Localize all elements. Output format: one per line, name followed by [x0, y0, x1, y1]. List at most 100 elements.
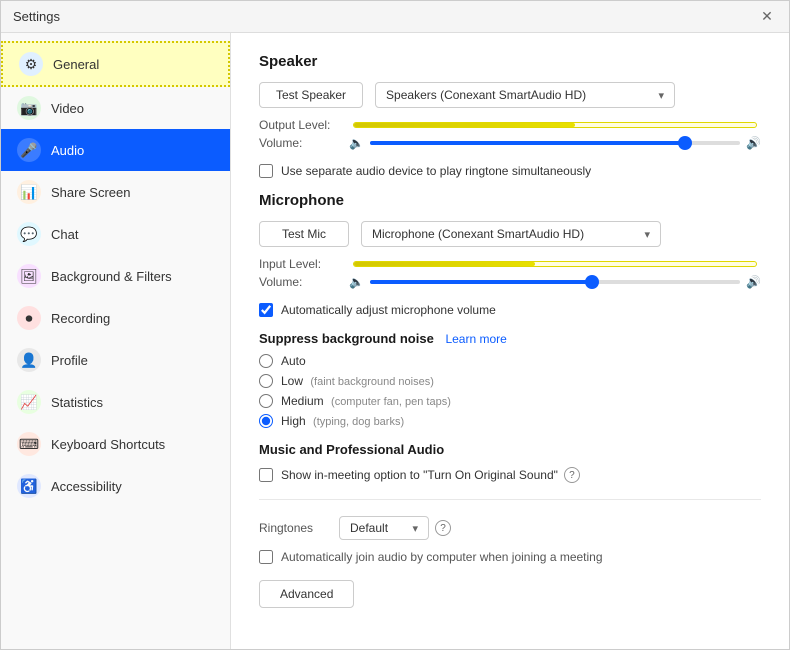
noise-high-label: High (typing, dog barks): [281, 414, 404, 428]
separate-audio-row: Use separate audio device to play ringto…: [259, 164, 761, 178]
music-audio-title: Music and Professional Audio: [259, 442, 761, 457]
sidebar-item-label: Accessibility: [51, 479, 122, 494]
sidebar: ⚙ General 📷 Video 🎤 Audio 📊 Share Screen…: [1, 33, 231, 649]
sidebar-item-video[interactable]: 📷 Video: [1, 87, 230, 129]
auto-adjust-label: Automatically adjust microphone volume: [281, 303, 496, 317]
mic-volume-label: Volume:: [259, 275, 349, 289]
speaker-volume-label: Volume:: [259, 136, 349, 150]
microphone-controls-row: Test Mic Microphone (Conexant SmartAudio…: [259, 221, 761, 247]
mic-volume-slider[interactable]: [370, 280, 740, 284]
input-level-fill: [354, 262, 535, 266]
sidebar-item-label: Profile: [51, 353, 88, 368]
sidebar-item-label: Chat: [51, 227, 78, 242]
sidebar-item-background-filters[interactable]: 🖼 Background & Filters: [1, 255, 230, 297]
noise-auto-radio[interactable]: [259, 354, 273, 368]
sidebar-item-label: Recording: [51, 311, 110, 326]
input-level-bar: [353, 261, 757, 267]
close-button[interactable]: ✕: [757, 7, 777, 27]
original-sound-help-icon[interactable]: ?: [564, 467, 580, 483]
general-icon: ⚙: [19, 52, 43, 76]
microphone-dropdown-value: Microphone (Conexant SmartAudio HD): [372, 227, 584, 241]
divider: [259, 499, 761, 500]
noise-medium-radio[interactable]: [259, 394, 273, 408]
recording-icon: ⏺: [17, 306, 41, 330]
speaker-slider-thumb[interactable]: [678, 136, 692, 150]
ringtones-value: Default: [350, 521, 388, 535]
speaker-controls-row: Test Speaker Speakers (Conexant SmartAud…: [259, 82, 761, 108]
input-level-row: Input Level:: [259, 257, 761, 271]
mic-slider-track: [370, 280, 740, 284]
test-speaker-button[interactable]: Test Speaker: [259, 82, 363, 108]
original-sound-label: Show in-meeting option to "Turn On Origi…: [281, 468, 558, 482]
sidebar-item-profile[interactable]: 👤 Profile: [1, 339, 230, 381]
input-level-label: Input Level:: [259, 257, 349, 271]
sidebar-item-chat[interactable]: 💬 Chat: [1, 213, 230, 255]
mic-slider-fill: [370, 280, 592, 284]
noise-low-label: Low (faint background noises): [281, 374, 434, 388]
test-mic-button[interactable]: Test Mic: [259, 221, 349, 247]
mic-volume-min-icon: 🔈: [349, 275, 364, 289]
sidebar-item-label: Share Screen: [51, 185, 131, 200]
output-level-row: Output Level:: [259, 118, 761, 132]
settings-window: Settings ✕ ⚙ General 📷 Video 🎤 Audio 📊 S…: [0, 0, 790, 650]
ringtones-help-icon[interactable]: ?: [435, 520, 451, 536]
mic-volume-max-icon: 🔊: [746, 275, 761, 289]
speaker-dropdown-value: Speakers (Conexant SmartAudio HD): [386, 88, 586, 102]
noise-low-row: Low (faint background noises): [259, 374, 761, 388]
accessibility-icon: ♿: [17, 474, 41, 498]
content-area: ⚙ General 📷 Video 🎤 Audio 📊 Share Screen…: [1, 33, 789, 649]
learn-more-link[interactable]: Learn more: [445, 332, 506, 346]
sidebar-item-general[interactable]: ⚙ General: [1, 41, 230, 87]
mic-volume-row: Volume: 🔈 🔊: [259, 275, 761, 289]
noise-medium-label: Medium (computer fan, pen taps): [281, 394, 451, 408]
microphone-dropdown-arrow: ▾: [644, 228, 650, 241]
ringtones-row: Ringtones Default ▾ ?: [259, 516, 761, 540]
auto-adjust-checkbox[interactable]: [259, 303, 273, 317]
microphone-title: Microphone: [259, 192, 761, 209]
sidebar-item-audio[interactable]: 🎤 Audio: [1, 129, 230, 171]
noise-radio-group: Auto Low (faint background noises) Mediu…: [259, 354, 761, 428]
auto-join-checkbox[interactable]: [259, 550, 273, 564]
speaker-volume-min-icon: 🔈: [349, 136, 364, 150]
speaker-volume-row: Volume: 🔈 🔊: [259, 136, 761, 150]
microphone-dropdown[interactable]: Microphone (Conexant SmartAudio HD) ▾: [361, 221, 661, 247]
statistics-icon: 📈: [17, 390, 41, 414]
main-content: Speaker Test Speaker Speakers (Conexant …: [231, 33, 789, 649]
sidebar-item-label: Video: [51, 101, 84, 116]
speaker-dropdown[interactable]: Speakers (Conexant SmartAudio HD) ▾: [375, 82, 675, 108]
auto-join-label: Automatically join audio by computer whe…: [281, 550, 603, 564]
original-sound-checkbox[interactable]: [259, 468, 273, 482]
advanced-button[interactable]: Advanced: [259, 580, 354, 608]
speaker-slider-fill: [370, 141, 685, 145]
sidebar-item-keyboard-shortcuts[interactable]: ⌨ Keyboard Shortcuts: [1, 423, 230, 465]
chat-icon: 💬: [17, 222, 41, 246]
suppress-noise-title: Suppress background noise: [259, 331, 434, 346]
speaker-volume-slider[interactable]: [370, 141, 740, 145]
mic-slider-thumb[interactable]: [585, 275, 599, 289]
separate-audio-label: Use separate audio device to play ringto…: [281, 164, 591, 178]
noise-medium-row: Medium (computer fan, pen taps): [259, 394, 761, 408]
ringtones-dropdown-arrow: ▾: [412, 522, 418, 535]
noise-auto-row: Auto: [259, 354, 761, 368]
window-title: Settings: [13, 9, 60, 24]
output-level-fill: [354, 123, 575, 127]
ringtones-dropdown[interactable]: Default ▾: [339, 516, 429, 540]
sidebar-item-label: Keyboard Shortcuts: [51, 437, 165, 452]
video-icon: 📷: [17, 96, 41, 120]
separate-audio-checkbox[interactable]: [259, 164, 273, 178]
audio-icon: 🎤: [17, 138, 41, 162]
speaker-dropdown-arrow: ▾: [659, 89, 665, 102]
speaker-title: Speaker: [259, 53, 761, 70]
titlebar: Settings ✕: [1, 1, 789, 33]
share-screen-icon: 📊: [17, 180, 41, 204]
sidebar-item-statistics[interactable]: 📈 Statistics: [1, 381, 230, 423]
sidebar-item-recording[interactable]: ⏺ Recording: [1, 297, 230, 339]
noise-high-radio[interactable]: [259, 414, 273, 428]
profile-icon: 👤: [17, 348, 41, 372]
sidebar-item-share-screen[interactable]: 📊 Share Screen: [1, 171, 230, 213]
noise-low-radio[interactable]: [259, 374, 273, 388]
keyboard-shortcuts-icon: ⌨: [17, 432, 41, 456]
background-filters-icon: 🖼: [17, 264, 41, 288]
speaker-slider-track: [370, 141, 740, 145]
sidebar-item-accessibility[interactable]: ♿ Accessibility: [1, 465, 230, 507]
